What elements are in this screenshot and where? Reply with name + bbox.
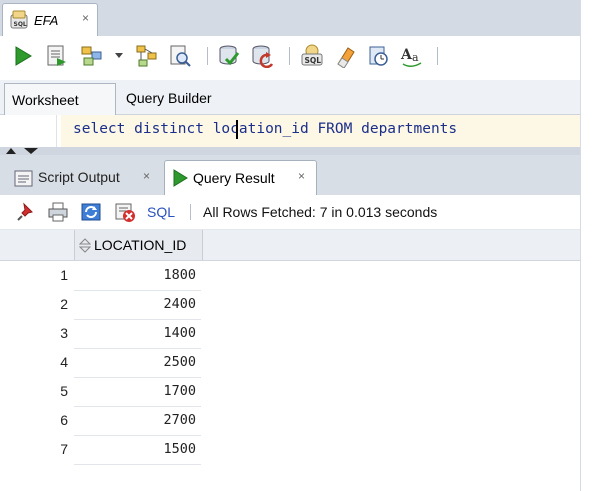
play-icon (173, 169, 188, 187)
close-tab-icon[interactable]: × (82, 11, 89, 25)
play-icon[interactable] (12, 45, 34, 67)
row-number: 5 (60, 383, 68, 399)
collapse-down-icon[interactable] (24, 148, 38, 155)
row-number: 2 (60, 296, 68, 312)
print-icon[interactable] (48, 202, 68, 222)
column-header-location-id[interactable]: LOCATION_ID (74, 230, 203, 260)
table-row[interactable]: 4 2500 (0, 348, 201, 378)
table-row[interactable]: 2 2400 (0, 290, 201, 320)
window-border (580, 0, 581, 491)
code-identifier: location_id (212, 121, 318, 137)
worksheet-toolbar: SQL A a (0, 36, 580, 78)
fetch-status: All Rows Fetched: 7 in 0.013 seconds (203, 204, 438, 220)
toolbar-separator (289, 47, 290, 65)
svg-text:SQL: SQL (305, 56, 322, 65)
row-number: 7 (60, 441, 68, 457)
cancel-fetch-icon[interactable] (114, 201, 136, 223)
location-id-value[interactable]: 2500 (74, 354, 196, 370)
window-edge (580, 0, 599, 491)
worksheet-document-tab[interactable]: SQL EFA × (2, 3, 98, 36)
code-keyword-from: FROM (317, 121, 353, 137)
code-keyword-select: select distinct (73, 121, 213, 137)
result-grid: LOCATION_ID 1 1800 2 2400 3 1400 4 2500 … (0, 230, 580, 491)
rollback-icon[interactable] (250, 44, 274, 68)
table-row[interactable]: 1 1800 (0, 261, 201, 291)
script-output-icon (14, 170, 33, 187)
row-number: 3 (60, 325, 68, 341)
history-icon[interactable] (367, 44, 391, 68)
text-case-icon[interactable]: A a (400, 44, 424, 68)
refresh-icon[interactable] (80, 201, 102, 223)
tab-worksheet[interactable]: Worksheet (4, 83, 116, 115)
output-tab-strip: Script Output × Query Result × (0, 155, 580, 196)
tab-script-output[interactable]: Script Output × (8, 163, 158, 195)
current-code-line[interactable]: select distinct location_id FROM departm… (61, 115, 580, 147)
sql-worksheet-icon[interactable]: SQL (300, 43, 324, 67)
tab-script-output-label: Script Output (38, 169, 120, 185)
sql-editor[interactable]: select distinct location_id FROM departm… (0, 115, 580, 147)
document-tab-strip: SQL EFA × (0, 0, 580, 36)
tab-query-result[interactable]: Query Result × (164, 160, 317, 196)
toolbar-separator (190, 204, 191, 220)
collapse-up-icon[interactable] (6, 147, 16, 154)
location-id-value[interactable]: 2700 (74, 412, 196, 428)
chevron-down-icon[interactable] (114, 52, 124, 60)
sort-icon[interactable] (79, 238, 91, 253)
explain-plan-icon[interactable] (135, 44, 159, 68)
location-id-value[interactable]: 1500 (74, 441, 196, 457)
table-row[interactable]: 7 1500 (0, 435, 201, 465)
sql-worksheet-icon: SQL (10, 10, 28, 29)
pin-icon[interactable] (16, 202, 36, 222)
commit-icon[interactable] (217, 44, 241, 68)
table-row[interactable]: 6 2700 (0, 406, 201, 436)
location-id-value[interactable]: 1400 (74, 325, 196, 341)
text-caret (236, 120, 238, 139)
editor-gutter (0, 115, 57, 147)
table-row[interactable]: 3 1400 (0, 319, 201, 349)
tab-worksheet-label: Worksheet (12, 92, 79, 108)
location-id-value[interactable]: 1700 (74, 383, 196, 399)
view-sql-link[interactable]: SQL (147, 204, 175, 220)
sql-statement[interactable]: select distinct location_id FROM departm… (73, 121, 457, 137)
tuning-icon[interactable] (168, 44, 192, 68)
close-tab-icon[interactable]: × (298, 169, 305, 183)
location-id-value[interactable]: 2400 (74, 296, 196, 312)
close-tab-icon[interactable]: × (143, 169, 150, 183)
tab-query-builder[interactable]: Query Builder (126, 90, 212, 106)
tab-query-result-label: Query Result (193, 170, 275, 186)
row-number: 1 (60, 267, 68, 283)
toolbar-separator (207, 47, 208, 65)
toolbar-separator (437, 47, 438, 65)
svg-text:a: a (412, 51, 419, 64)
pane-splitter[interactable] (0, 147, 580, 155)
autotrace-icon[interactable] (80, 44, 104, 68)
svg-text:SQL: SQL (14, 21, 27, 28)
eraser-icon[interactable] (334, 44, 358, 68)
row-number: 6 (60, 412, 68, 428)
document-tab-title: EFA (34, 13, 59, 28)
code-table-name: departments (352, 121, 458, 137)
result-toolbar: SQL All Rows Fetched: 7 in 0.013 seconds (0, 195, 580, 230)
location-id-value[interactable]: 1800 (74, 267, 196, 283)
row-number: 4 (60, 354, 68, 370)
script-icon[interactable] (45, 44, 69, 68)
table-row[interactable]: 5 1700 (0, 377, 201, 407)
column-header-label: LOCATION_ID (94, 237, 187, 253)
editor-mode-tabs: Worksheet Query Builder (0, 80, 580, 115)
